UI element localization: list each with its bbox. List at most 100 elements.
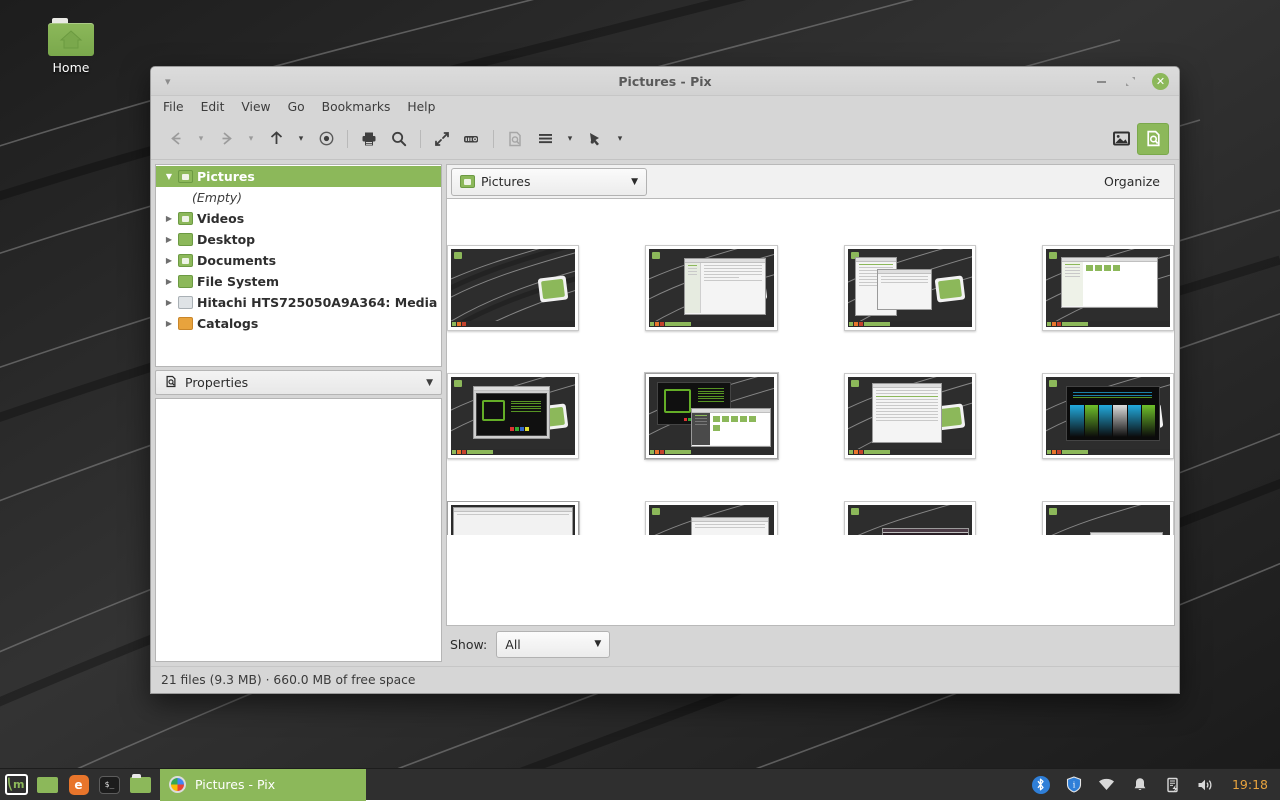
location-bar[interactable]: Pictures ▼ Organize xyxy=(446,164,1175,198)
network-tray-icon[interactable] xyxy=(1098,776,1116,794)
thumbnail-item[interactable] xyxy=(645,501,777,535)
image-view-button[interactable] xyxy=(1107,124,1137,154)
terminal-launcher[interactable]: $_ xyxy=(94,769,125,801)
thumbnail-item[interactable] xyxy=(844,373,976,459)
chevron-right-icon[interactable]: ▶ xyxy=(164,256,174,265)
forward-button[interactable] xyxy=(211,124,241,154)
search-icon[interactable] xyxy=(384,124,414,154)
desktop-icon-home[interactable]: Home xyxy=(34,18,108,75)
up-history-dropdown[interactable]: ▾ xyxy=(291,124,311,154)
taskbar-window-pix[interactable]: Pictures - Pix xyxy=(160,769,366,801)
maximize-button[interactable] xyxy=(1123,75,1137,89)
projector-icon[interactable] xyxy=(457,124,487,154)
chevron-right-icon[interactable]: ▶ xyxy=(164,235,174,244)
thumbnail-image xyxy=(848,505,972,535)
hamburger-icon[interactable] xyxy=(530,124,560,154)
chevron-right-icon[interactable]: ▶ xyxy=(164,319,174,328)
bluetooth-tray-icon[interactable] xyxy=(1032,776,1050,794)
tree-item-desktop[interactable]: ▶ Desktop xyxy=(156,229,441,250)
fullscreen-arrows-icon[interactable] xyxy=(427,124,457,154)
clock[interactable]: 19:18 xyxy=(1230,777,1268,792)
thumbnail-item[interactable] xyxy=(645,245,777,331)
menubar[interactable]: File Edit View Go Bookmarks Help xyxy=(151,96,1179,118)
organize-button[interactable]: Organize xyxy=(1104,174,1160,189)
thumbnail-item[interactable] xyxy=(1042,245,1174,331)
pix-window[interactable]: ▾ Pictures - Pix ✕ File Edit View Go Boo… xyxy=(150,66,1180,694)
tree-item-videos[interactable]: ▶ Videos xyxy=(156,208,441,229)
list-menu-dropdown[interactable]: ▾ xyxy=(560,124,580,154)
toolbar[interactable]: ▾ ▾ ▾ xyxy=(151,118,1179,160)
chevron-right-icon[interactable]: ▶ xyxy=(164,277,174,286)
file-manager-icon xyxy=(130,777,151,793)
back-history-dropdown[interactable]: ▾ xyxy=(191,124,211,154)
thumbnail-image xyxy=(848,249,972,327)
tools-icon[interactable] xyxy=(580,124,610,154)
show-filter-bar[interactable]: Show: All ▼ xyxy=(446,626,1175,662)
thumbnail-image xyxy=(649,249,773,327)
window-titlebar[interactable]: ▾ Pictures - Pix ✕ xyxy=(151,67,1179,96)
thumbnail-image xyxy=(451,505,575,535)
thumbnail-grid[interactable] xyxy=(446,198,1175,626)
thumbnail-item[interactable] xyxy=(645,373,777,459)
thumbnail-item[interactable] xyxy=(1042,501,1174,535)
minimize-button[interactable] xyxy=(1094,75,1108,89)
folder-combo[interactable]: Pictures ▼ xyxy=(451,168,647,196)
mint-menu-button[interactable]: ⎝m xyxy=(0,769,32,801)
chevron-right-icon[interactable]: ▶ xyxy=(164,214,174,223)
show-filter-combo[interactable]: All ▼ xyxy=(496,631,610,658)
printer-icon[interactable] xyxy=(354,124,384,154)
thumbnail-item[interactable] xyxy=(447,501,579,535)
show-desktop-launcher[interactable] xyxy=(32,769,63,801)
forward-history-dropdown[interactable]: ▾ xyxy=(241,124,261,154)
notifications-tray-icon[interactable] xyxy=(1131,776,1149,794)
tree-item-hitachi-media[interactable]: ▶ Hitachi HTS725050A9A364: Media xyxy=(156,292,441,313)
caret-down-icon[interactable]: ▼ xyxy=(426,378,433,388)
firefox-launcher[interactable]: e xyxy=(63,769,94,801)
menu-bookmarks[interactable]: Bookmarks xyxy=(322,100,391,114)
tree-item-documents[interactable]: ▶ Documents xyxy=(156,250,441,271)
volume-tray-icon[interactable] xyxy=(1197,776,1215,794)
menu-help[interactable]: Help xyxy=(407,100,435,114)
files-launcher[interactable] xyxy=(125,769,156,801)
desktop[interactable]: Home ▾ Pictures - Pix ✕ File Edit View G… xyxy=(0,0,1280,800)
caret-down-icon[interactable]: ▼ xyxy=(594,639,601,649)
chevron-down-icon[interactable]: ▼ xyxy=(164,172,174,181)
chevron-right-icon[interactable]: ▶ xyxy=(164,298,174,307)
window-title: Pictures - Pix xyxy=(151,74,1179,89)
caret-down-icon[interactable]: ▼ xyxy=(631,177,638,187)
menu-view[interactable]: View xyxy=(241,100,270,114)
thumbnail-row xyxy=(447,245,1174,331)
menu-file[interactable]: File xyxy=(163,100,184,114)
up-button[interactable] xyxy=(261,124,291,154)
thumbnail-item[interactable] xyxy=(447,373,579,459)
show-label: Show: xyxy=(450,637,487,652)
power-tray-icon[interactable] xyxy=(1164,776,1182,794)
menu-go[interactable]: Go xyxy=(288,100,305,114)
thumbnail-item[interactable] xyxy=(1042,373,1174,459)
back-button[interactable] xyxy=(161,124,191,154)
thumbnail-item[interactable] xyxy=(844,245,976,331)
desktop-folder-icon xyxy=(178,233,193,246)
taskbar[interactable]: ⎝m e $_ Pictures - Pix i 19:18 xyxy=(0,768,1280,800)
tools-menu-dropdown[interactable]: ▾ xyxy=(610,124,630,154)
tree-item-catalogs[interactable]: ▶ Catalogs xyxy=(156,313,441,334)
thumbnail-item[interactable] xyxy=(844,501,976,535)
thumbnail-image xyxy=(451,377,575,455)
thumbnail-item[interactable] xyxy=(447,245,579,331)
browser-view-button[interactable] xyxy=(1137,123,1169,155)
firefox-icon: e xyxy=(69,775,89,795)
tree-item-file-system[interactable]: ▶ File System xyxy=(156,271,441,292)
window-menu-icon[interactable]: ▾ xyxy=(165,76,171,87)
target-circle-icon[interactable] xyxy=(311,124,341,154)
document-properties-icon[interactable] xyxy=(500,124,530,154)
tree-item-pictures[interactable]: ▼ Pictures xyxy=(156,166,441,187)
update-manager-tray-icon[interactable]: i xyxy=(1065,776,1083,794)
window-controls[interactable]: ✕ xyxy=(1094,67,1169,96)
system-tray[interactable]: i 19:18 xyxy=(1032,776,1280,794)
folder-tree[interactable]: ▼ Pictures (Empty) ▶ Videos ▶ xyxy=(155,164,442,367)
tree-item-label: Documents xyxy=(197,253,276,268)
menu-edit[interactable]: Edit xyxy=(201,100,225,114)
properties-panel-header[interactable]: Properties ▼ xyxy=(155,370,442,395)
home-folder-icon xyxy=(48,18,94,56)
close-button[interactable]: ✕ xyxy=(1152,73,1169,90)
